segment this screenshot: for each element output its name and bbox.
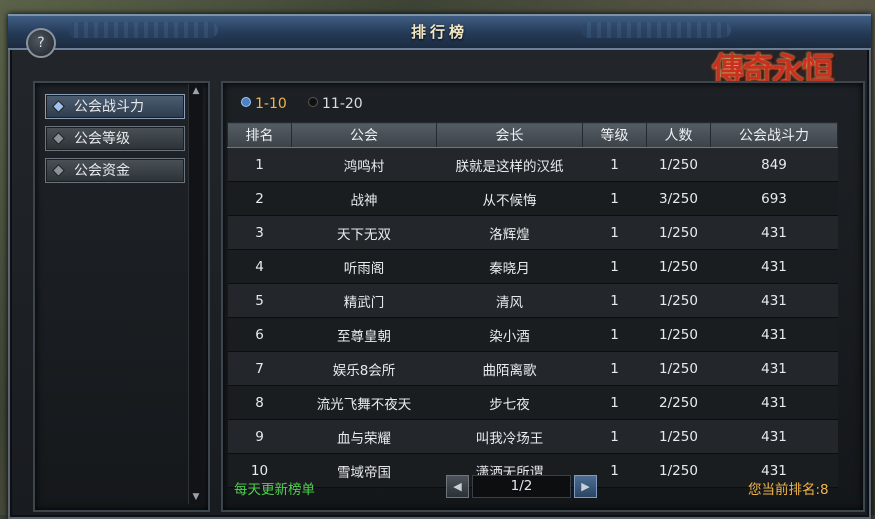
next-page-button[interactable]: ▶ [574,475,597,498]
table-row[interactable]: 3 天下无双 洛辉煌 1 1/250 431 [227,215,838,250]
power-cell: 431 [710,351,838,386]
level-cell: 1 [582,419,647,454]
sidebar-item-label: 公会资金 [74,163,130,179]
power-cell: 431 [710,317,838,352]
guild-name-cell: 战神 [291,181,437,216]
scroll-down-icon[interactable]: ▼ [191,492,201,502]
help-icon[interactable]: ? [26,28,56,58]
sidebar-item-guild-level[interactable]: 公会等级 [45,126,185,151]
rank-cell: 8 [227,385,292,420]
leader-cell: 曲陌离歌 [436,351,583,386]
sidebar-item-label: 公会等级 [74,131,130,147]
page-indicator: 1/2 [472,475,571,498]
members-cell: 1/250 [646,283,711,318]
guild-name-cell: 鸿鸣村 [291,147,437,182]
sidebar-item-guild-power[interactable]: 公会战斗力 [45,94,185,119]
radio-selected-icon [241,97,251,107]
table-row[interactable]: 7 娱乐8会所 曲陌离歌 1 1/250 431 [227,351,838,386]
guild-name-cell: 听雨阁 [291,249,437,284]
leader-cell: 清风 [436,283,583,318]
sidebar-scrollbar[interactable]: ▲ ▼ [188,84,203,504]
guild-name-cell: 精武门 [291,283,437,318]
sidebar-item-guild-funds[interactable]: 公会资金 [45,158,185,183]
table-row[interactable]: 9 血与荣耀 叫我冷场王 1 1/250 431 [227,419,838,454]
table-row[interactable]: 8 流光飞舞不夜天 步七夜 1 2/250 431 [227,385,838,420]
range-tab-label: 1-10 [255,96,287,112]
range-tab-label: 11-20 [322,96,363,112]
table-row[interactable]: 1 鸿鸣村 朕就是这样的汉纸 1 1/250 849 [227,147,838,182]
sidebar-item-label: 公会战斗力 [74,99,144,115]
range-tab-11-20[interactable]: 11-20 [308,96,363,112]
table-header-row: 排名 公会 会长 等级 人数 公会战斗力 [227,122,838,148]
members-cell: 2/250 [646,385,711,420]
level-cell: 1 [582,215,647,250]
rank-cell: 4 [227,249,292,284]
rank-cell: 1 [227,147,292,182]
power-cell: 693 [710,181,838,216]
power-cell: 431 [710,283,838,318]
rank-cell: 5 [227,283,292,318]
diamond-icon [53,165,64,176]
radio-unselected-icon [308,97,318,107]
members-cell: 1/250 [646,249,711,284]
members-cell: 1/250 [646,147,711,182]
table-row[interactable]: 2 战神 从不候悔 1 3/250 693 [227,181,838,216]
rank-cell: 9 [227,419,292,454]
level-cell: 1 [582,147,647,182]
leader-cell: 秦晓月 [436,249,583,284]
level-cell: 1 [582,283,647,318]
ranking-table: 排名 公会 会长 等级 人数 公会战斗力 1 鸿鸣村 朕就是这样的汉纸 1 1/250 8… [227,122,838,488]
members-cell: 1/250 [646,351,711,386]
header-leader: 会长 [436,122,583,148]
level-cell: 1 [582,385,647,420]
members-cell: 1/250 [646,453,711,488]
prev-page-button[interactable]: ◀ [446,475,469,498]
update-note: 每天更新榜单 [234,482,315,498]
leader-cell: 染小酒 [436,317,583,352]
level-cell: 1 [582,351,647,386]
table-row[interactable]: 6 至尊皇朝 染小酒 1 1/250 431 [227,317,838,352]
header-members: 人数 [646,122,711,148]
guild-name-cell: 天下无双 [291,215,437,250]
members-cell: 1/250 [646,215,711,250]
range-tab-1-10[interactable]: 1-10 [241,96,287,112]
header-rank: 排名 [227,122,292,148]
header-guild-power: 公会战斗力 [710,122,838,148]
members-cell: 1/250 [646,419,711,454]
table-row[interactable]: 5 精武门 清风 1 1/250 431 [227,283,838,318]
level-cell: 1 [582,317,647,352]
leader-cell: 从不候悔 [436,181,583,216]
power-cell: 431 [710,385,838,420]
table-row[interactable]: 4 听雨阁 秦晓月 1 1/250 431 [227,249,838,284]
header-level: 等级 [582,122,647,148]
rank-cell: 7 [227,351,292,386]
members-cell: 3/250 [646,181,711,216]
leader-cell: 朕就是这样的汉纸 [436,147,583,182]
members-cell: 1/250 [646,317,711,352]
leader-cell: 步七夜 [436,385,583,420]
diamond-icon [53,101,64,112]
leader-cell: 洛辉煌 [436,215,583,250]
power-cell: 431 [710,249,838,284]
guild-name-cell: 至尊皇朝 [291,317,437,352]
guild-name-cell: 血与荣耀 [291,419,437,454]
power-cell: 431 [710,419,838,454]
my-rank-text: 您当前排名:8 [748,482,829,498]
guild-name-cell: 娱乐8会所 [291,351,437,386]
diamond-icon [53,133,64,144]
guild-name-cell: 流光飞舞不夜天 [291,385,437,420]
power-cell: 431 [710,215,838,250]
rank-cell: 6 [227,317,292,352]
level-cell: 1 [582,249,647,284]
rank-cell: 2 [227,181,292,216]
power-cell: 849 [710,147,838,182]
scroll-up-icon[interactable]: ▲ [191,86,201,96]
header-guild: 公会 [291,122,437,148]
level-cell: 1 [582,181,647,216]
rank-cell: 3 [227,215,292,250]
leader-cell: 叫我冷场王 [436,419,583,454]
